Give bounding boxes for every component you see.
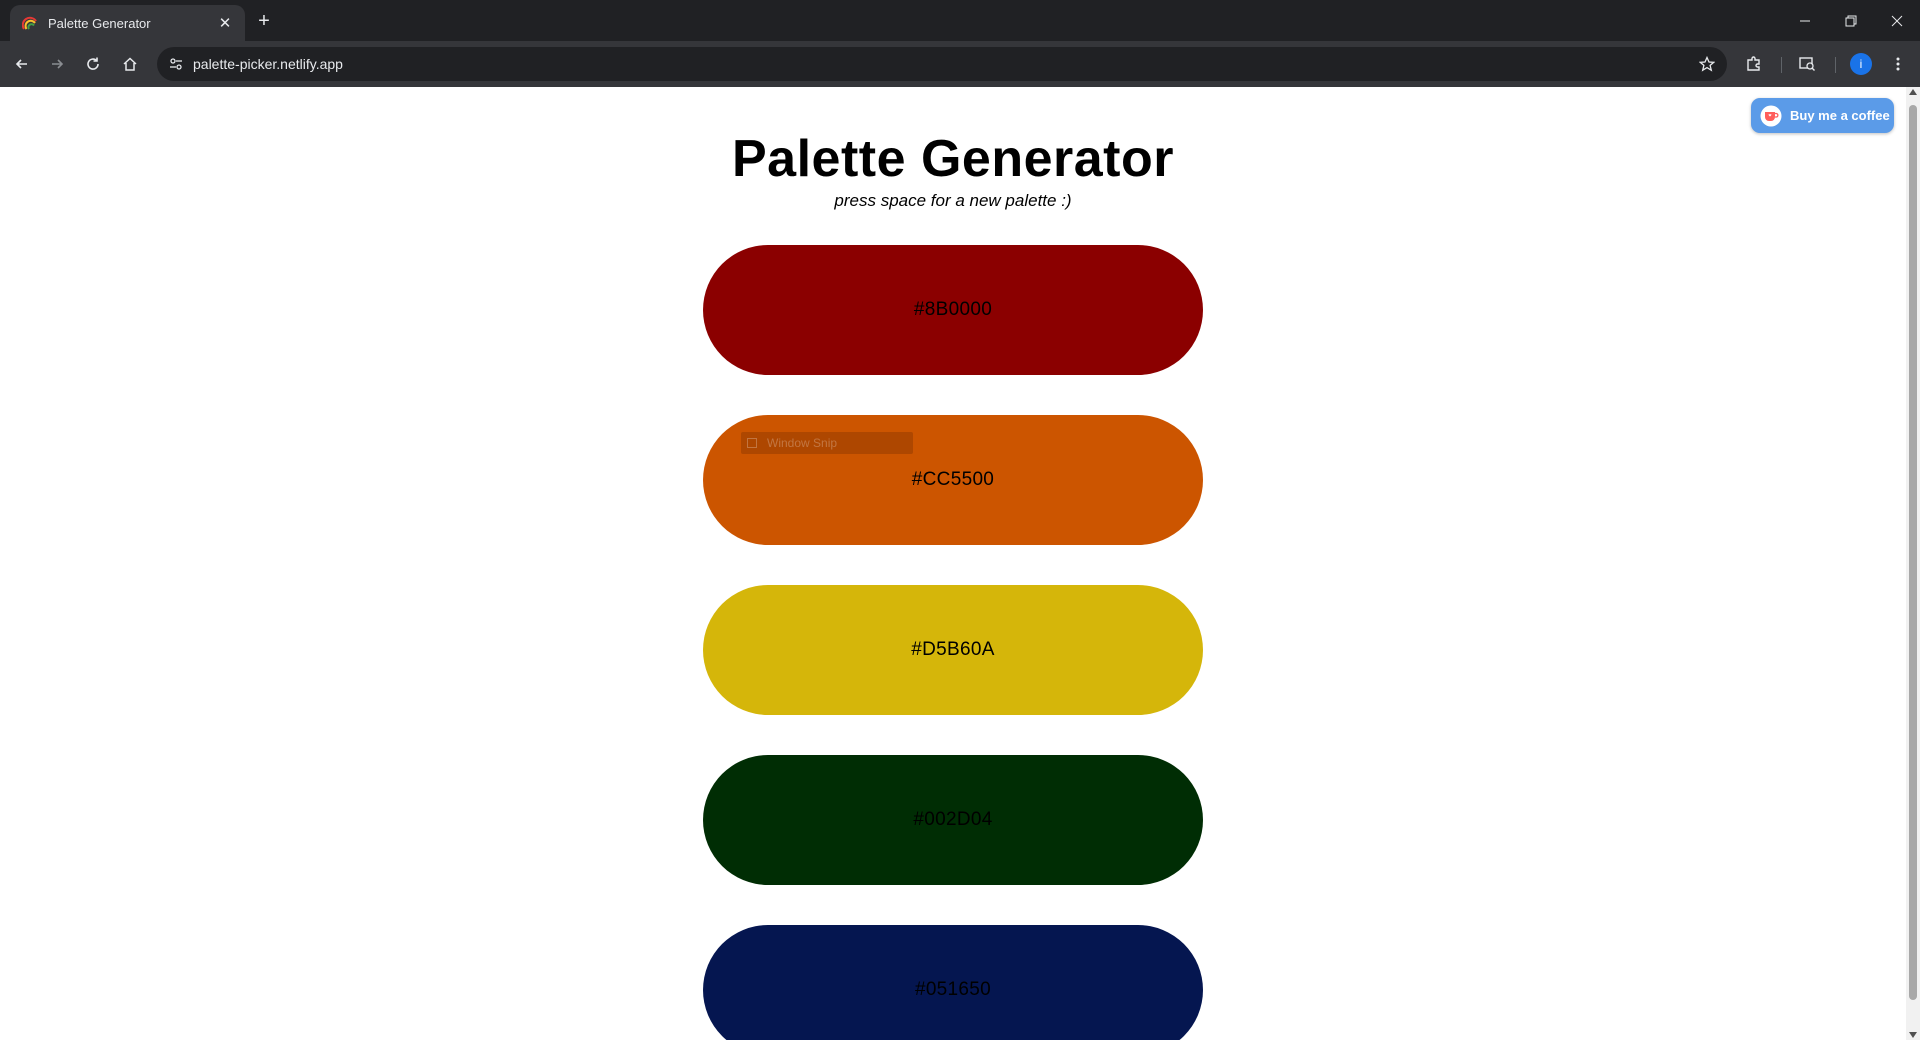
color-swatch-4[interactable]: #002D04	[703, 755, 1203, 885]
page-title: Palette Generator	[732, 130, 1174, 188]
close-window-icon[interactable]	[1874, 0, 1920, 41]
window-controls	[1782, 0, 1920, 41]
coffee-cup-icon	[1760, 105, 1782, 127]
page-viewport: Buy me a coffee Palette Generator press …	[0, 87, 1906, 1040]
window-snip-overlay: Window Snip	[741, 432, 913, 454]
tab-title: Palette Generator	[48, 15, 151, 31]
restore-icon[interactable]	[1828, 0, 1874, 41]
buy-me-a-coffee-button[interactable]: Buy me a coffee	[1751, 98, 1894, 133]
back-arrow-icon[interactable]	[8, 50, 36, 78]
scroll-up-arrow-icon[interactable]	[1909, 89, 1917, 95]
swatch-hex-label: #8B0000	[913, 299, 993, 320]
browser-toolbar: palette-picker.netlify.app i	[0, 41, 1920, 87]
bookmark-star-icon[interactable]	[1697, 54, 1717, 74]
tab-palette-generator[interactable]: Palette Generator ✕	[10, 5, 245, 41]
kebab-menu-icon[interactable]	[1884, 50, 1912, 78]
color-swatch-1[interactable]: #8B0000	[703, 245, 1203, 375]
page-subtitle: press space for a new palette :)	[834, 191, 1072, 210]
toolbar-divider	[1781, 57, 1782, 73]
tab-search-icon[interactable]	[1793, 50, 1821, 78]
forward-arrow-icon[interactable]	[43, 50, 71, 78]
new-tab-button[interactable]: +	[252, 9, 276, 33]
color-swatch-5[interactable]: #051650	[703, 925, 1203, 1040]
snip-label: Window Snip	[767, 436, 838, 450]
tab-strip: Palette Generator ✕ +	[0, 0, 1920, 41]
profile-avatar[interactable]: i	[1850, 53, 1872, 75]
site-info-icon[interactable]	[165, 53, 187, 75]
reload-icon[interactable]	[79, 50, 107, 78]
rainbow-icon	[22, 15, 38, 31]
swatch-hex-label: #051650	[914, 979, 992, 1000]
scrollbar-thumb[interactable]	[1909, 105, 1917, 1000]
close-tab-icon[interactable]: ✕	[215, 13, 235, 33]
extensions-puzzle-icon[interactable]	[1740, 50, 1768, 78]
color-swatch-3[interactable]: #D5B60A	[703, 585, 1203, 715]
home-icon[interactable]	[116, 50, 144, 78]
vertical-scrollbar[interactable]	[1906, 87, 1920, 1040]
toolbar-divider	[1835, 57, 1836, 73]
swatch-hex-label: #002D04	[913, 809, 993, 830]
url-text: palette-picker.netlify.app	[193, 56, 343, 72]
snip-icon	[747, 438, 757, 448]
swatch-hex-label: #D5B60A	[911, 639, 995, 660]
address-bar[interactable]: palette-picker.netlify.app	[157, 47, 1727, 81]
swatch-hex-label: #CC5500	[911, 469, 995, 490]
coffee-button-label: Buy me a coffee	[1790, 108, 1890, 123]
minimize-icon[interactable]	[1782, 0, 1828, 41]
scroll-down-arrow-icon[interactable]	[1909, 1032, 1917, 1038]
